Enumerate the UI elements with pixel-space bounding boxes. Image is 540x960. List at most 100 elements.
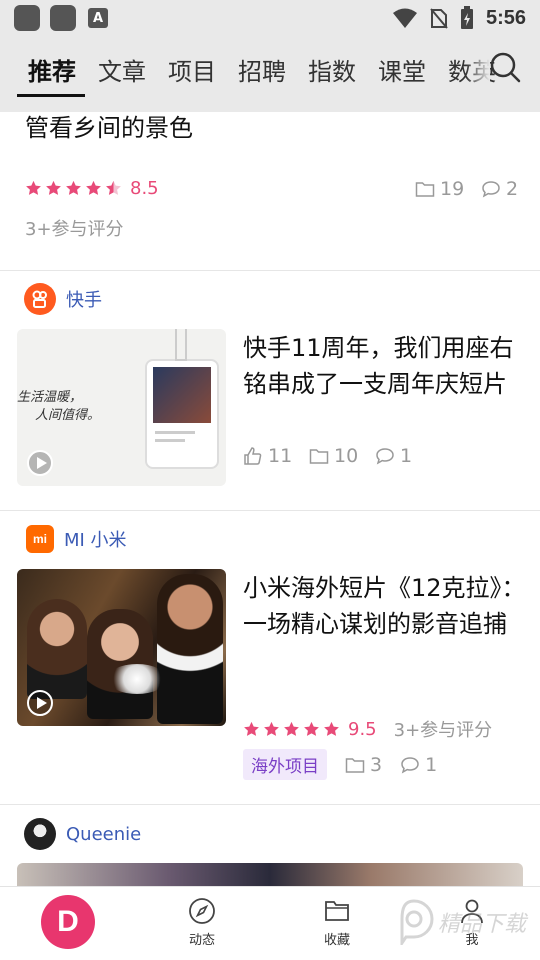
- folder-icon: [325, 901, 349, 921]
- rating-participants: 3+参与评分: [393, 720, 493, 741]
- favorite-count[interactable]: 19: [415, 178, 464, 200]
- home-button[interactable]: D: [41, 895, 95, 949]
- thumb-slogan-line: 生活温暖，: [17, 390, 83, 405]
- figure: [157, 574, 223, 724]
- status-bar: A 5:56: [0, 0, 540, 36]
- tab-index[interactable]: 指数: [308, 52, 356, 87]
- clock: 5:56: [485, 6, 526, 29]
- source-row[interactable]: mi MI 小米: [26, 525, 127, 553]
- favorite-count[interactable]: 3: [345, 754, 382, 776]
- feed-card[interactable]: 管看乡间的景色 8.5 19 2 3+参与评分: [0, 112, 540, 270]
- source-row[interactable]: Queenie: [24, 818, 141, 850]
- source-name: 快手: [66, 290, 102, 311]
- watermark: 精品下载: [394, 899, 526, 945]
- search-icon[interactable]: [488, 50, 522, 84]
- nav-feed[interactable]: 动态: [172, 897, 232, 948]
- divider: [0, 804, 540, 805]
- rating-participants: 3+参与评分: [25, 219, 124, 240]
- tab-recommend[interactable]: 推荐: [28, 52, 76, 87]
- comment-icon: [482, 181, 500, 198]
- like-count-value: 11: [268, 445, 293, 467]
- divider: [0, 510, 540, 511]
- lanyard: [175, 329, 187, 361]
- rating-score: 9.5: [348, 718, 377, 740]
- wifi-icon: [392, 8, 417, 28]
- like-count[interactable]: 11: [243, 445, 292, 467]
- favorite-count-value: 19: [440, 178, 465, 200]
- tag-row: 海外项目 3 1: [243, 749, 437, 780]
- notification-icon: [14, 5, 40, 31]
- thumb-slogan: 生活温暖， 人间值得。: [17, 389, 100, 425]
- nav-favorites-label: 收藏: [323, 933, 350, 948]
- star-icon: [304, 721, 319, 736]
- tab-projects[interactable]: 项目: [168, 52, 216, 87]
- badge-photo: [153, 367, 211, 423]
- card-title[interactable]: 小米海外短片《12克拉》：一场精心谋划的影音追捕: [243, 570, 527, 642]
- favorite-count-value: 3: [370, 753, 383, 776]
- star-icon: [46, 180, 61, 195]
- home-logo: D: [57, 905, 79, 938]
- source-name: Queenie: [66, 823, 142, 845]
- source-name: MI 小米: [64, 530, 127, 551]
- rating-stars: 9.5 3+参与评分: [243, 716, 492, 742]
- compass-icon: [189, 898, 215, 924]
- star-icon: [284, 721, 299, 736]
- folder-icon: [345, 757, 365, 773]
- star-icon: [66, 180, 81, 195]
- comment-count[interactable]: 1: [400, 754, 437, 776]
- category-tab-bar: 推荐 文章 项目 招聘 指数 课堂 数英: [0, 36, 540, 112]
- favorite-count[interactable]: 10: [309, 445, 358, 467]
- video-thumbnail[interactable]: [17, 569, 226, 726]
- a-icon: A: [88, 8, 108, 28]
- star-icon: [264, 721, 279, 736]
- xiaomi-logo-icon: mi: [26, 525, 54, 553]
- watermark-logo-icon: [400, 899, 434, 945]
- star-icon: [26, 180, 41, 195]
- comment-count-value: 1: [400, 445, 413, 467]
- comment-count[interactable]: 2: [481, 178, 518, 200]
- folder-icon: [415, 182, 435, 197]
- star-icon: [244, 721, 259, 736]
- favorite-count-value: 10: [334, 445, 359, 467]
- comment-count-value: 1: [425, 753, 438, 776]
- comment-count[interactable]: 1: [375, 445, 412, 467]
- tab-jobs[interactable]: 招聘: [238, 52, 286, 87]
- half-star-icon: [106, 180, 121, 195]
- rating-stars: 8.5: [25, 178, 159, 199]
- comment-count-value: 2: [506, 178, 519, 200]
- watermark-text: 精品下载: [437, 912, 526, 937]
- no-sim-icon: [430, 8, 448, 29]
- comment-icon: [376, 448, 394, 465]
- video-thumbnail[interactable]: 生活温暖， 人间值得。: [17, 329, 226, 486]
- card-title: 管看乡间的景色: [25, 114, 193, 142]
- tab-articles[interactable]: 文章: [98, 52, 146, 87]
- star-icon: [86, 180, 101, 195]
- card-title[interactable]: 快手11周年，我们用座右铭串成了一支周年庆短片: [243, 330, 527, 402]
- figure: [27, 599, 87, 699]
- bottom-nav: D 动态 收藏 我 精品下载: [0, 886, 540, 960]
- folder-icon: [309, 449, 329, 464]
- category-tag[interactable]: 海外项目: [243, 749, 327, 780]
- comment-icon: [401, 756, 419, 774]
- thumb-slogan-line: 人间值得。: [35, 408, 101, 423]
- nav-feed-label: 动态: [188, 933, 215, 948]
- thumbs-up-icon: [244, 447, 262, 465]
- tab-classroom[interactable]: 课堂: [378, 52, 426, 87]
- source-row[interactable]: 快手: [24, 283, 102, 315]
- notification-icon: [50, 5, 76, 31]
- rating-score: 8.5: [130, 178, 159, 199]
- battery-icon: [460, 6, 473, 29]
- avatar: [24, 818, 56, 850]
- star-icon: [324, 721, 339, 736]
- feed-list[interactable]: 管看乡间的景色 8.5 19 2 3+参与评分 快手 生活温暖， 人间值得。 快…: [0, 112, 540, 886]
- play-icon: [27, 690, 53, 716]
- sparkle: [107, 664, 167, 694]
- post-image[interactable]: [17, 863, 523, 886]
- badge-line: [155, 439, 185, 442]
- badge-line: [155, 431, 195, 434]
- thumb-badge-card: [145, 359, 219, 469]
- active-tab-indicator: [17, 94, 85, 97]
- tab-fade: [466, 36, 490, 112]
- kuaishou-logo-icon: [24, 283, 56, 315]
- nav-favorites[interactable]: 收藏: [307, 897, 367, 948]
